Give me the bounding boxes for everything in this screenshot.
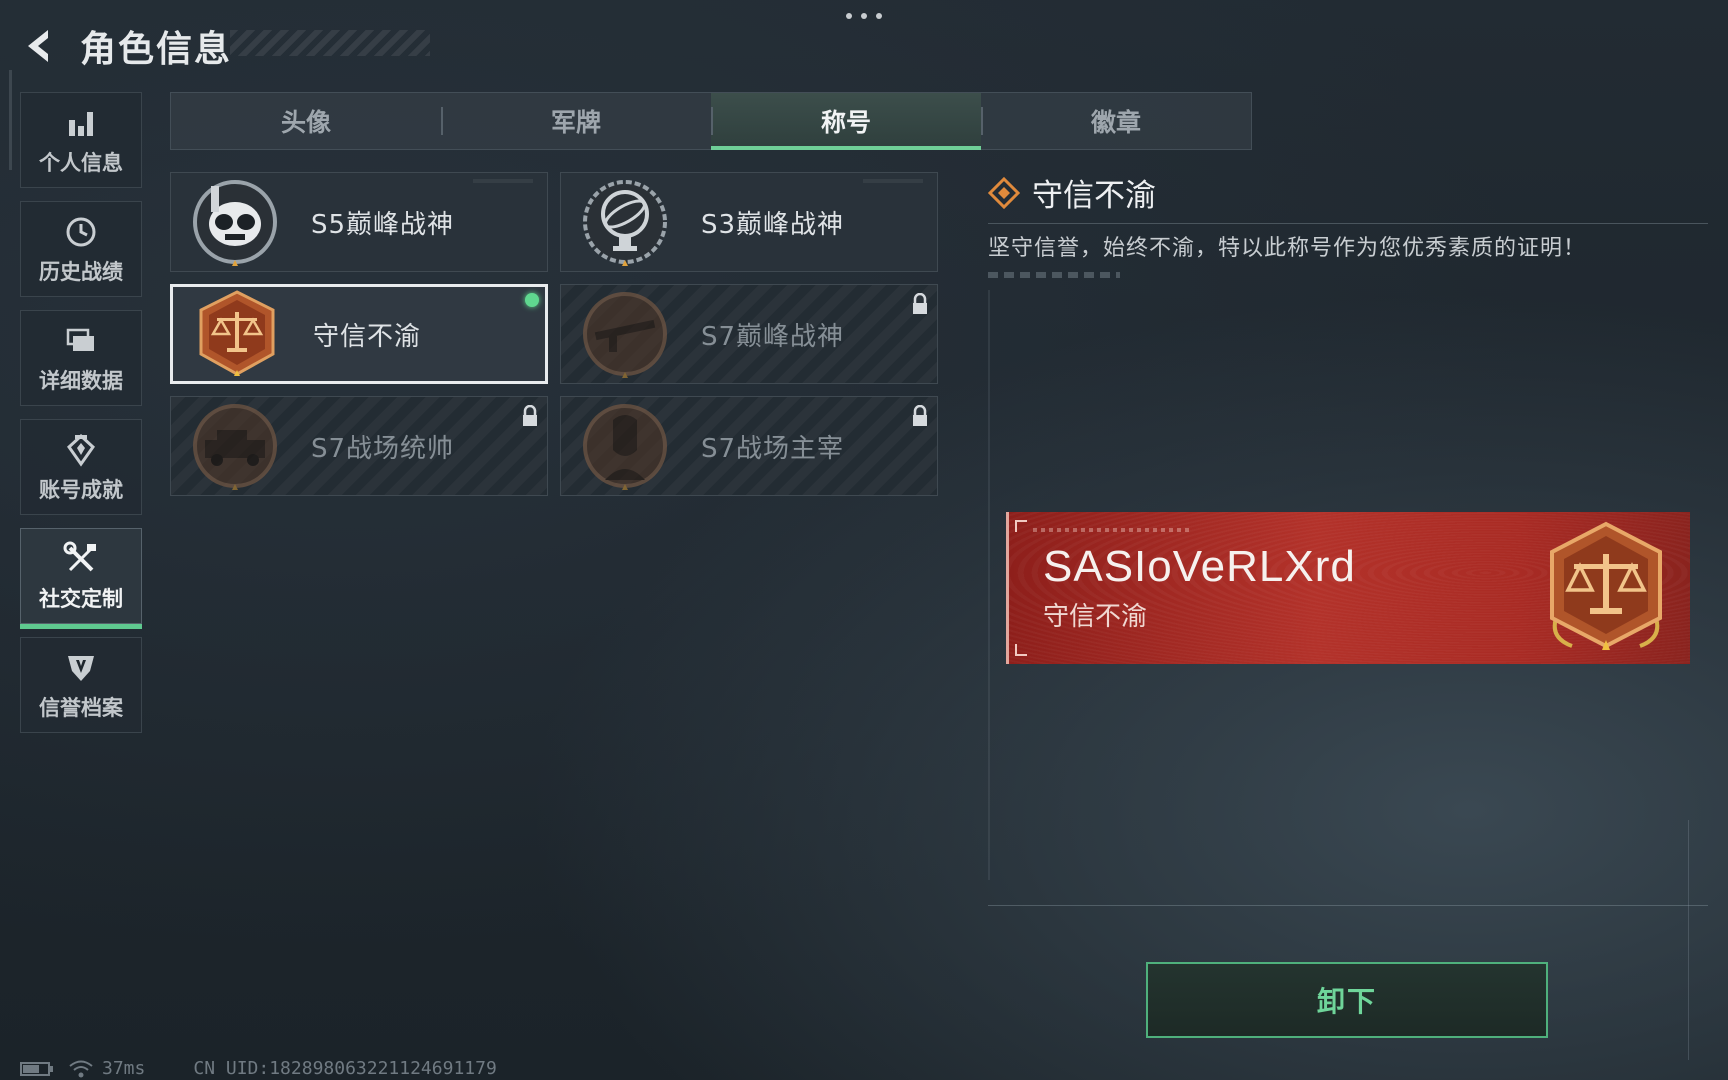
plate-decoration	[1033, 528, 1193, 532]
detail-title: 守信不渝	[1032, 178, 1156, 214]
tab-title[interactable]: 称号	[711, 93, 981, 150]
preview-title: 守信不渝	[1043, 602, 1148, 632]
title-name: 守信不渝	[313, 321, 422, 352]
scales-badge-icon	[199, 290, 275, 376]
battery-icon	[20, 1061, 53, 1076]
sidebar-item-label: 社交定制	[39, 587, 123, 611]
sidebar-item-label: 个人信息	[39, 151, 123, 175]
page-title: 角色信息	[80, 29, 233, 70]
sidebar-item-detailed-data[interactable]: 详细数据	[20, 310, 142, 406]
lock-icon	[523, 405, 537, 426]
nameplate-preview: SASIoVeRLXrd 守信不渝	[1006, 512, 1690, 664]
soldier-portrait-badge-icon	[583, 404, 667, 490]
back-arrow-icon	[28, 30, 48, 62]
title-card-selected[interactable]: 守信不渝	[170, 284, 548, 384]
back-button[interactable]	[20, 24, 60, 68]
title-name: S5巅峰战神	[311, 209, 455, 240]
divider	[988, 223, 1708, 224]
scroll-indicator	[9, 70, 12, 170]
corner-mark	[1015, 644, 1027, 656]
history-clock-icon	[61, 212, 101, 252]
sidebar-item-achievements[interactable]: 账号成就	[20, 419, 142, 515]
unequip-button[interactable]: 卸下	[1146, 962, 1548, 1038]
skull-mask-badge-icon	[193, 180, 277, 266]
title-name: S7战场主宰	[701, 433, 845, 464]
player-name: SASIoVeRLXrd	[1043, 542, 1356, 591]
tab-dog-tag[interactable]: 军牌	[441, 93, 711, 149]
tools-icon	[61, 539, 101, 579]
title-card-locked[interactable]: S7战场主宰	[560, 396, 938, 496]
title-name: S3巅峰战神	[701, 209, 845, 240]
equipped-indicator	[525, 293, 539, 307]
bar-chart-icon	[61, 103, 101, 143]
corner-mark	[1015, 520, 1027, 532]
card-decoration	[863, 179, 923, 183]
decoration-dashes	[988, 272, 1120, 278]
title-card-locked[interactable]: S7战场统帅	[170, 396, 548, 496]
lock-icon	[913, 405, 927, 426]
wifi-icon	[69, 1060, 93, 1077]
more-options-icon[interactable]	[846, 10, 882, 22]
page-header: 角色信息	[20, 18, 430, 74]
detail-description: 坚守信誉，始终不渝，特以此称号作为您优秀素质的证明！	[988, 236, 1587, 261]
sidebar-item-credit-record[interactable]: 信誉档案	[20, 637, 142, 733]
shield-emblem-icon	[61, 648, 101, 688]
title-card[interactable]: S5巅峰战神	[170, 172, 548, 272]
globe-trophy-badge-icon	[583, 180, 667, 266]
ping-text: 37ms	[102, 1058, 146, 1079]
folder-stack-icon	[61, 321, 101, 361]
title-decoration	[230, 30, 430, 56]
category-tabs: 头像 军牌 称号 徽章	[170, 92, 1252, 150]
sidebar-nav: 个人信息 历史战绩 详细数据 账号成就 社交定制 信誉档案	[20, 92, 144, 746]
sidebar-item-label: 信誉档案	[39, 696, 123, 720]
uid-text: CN UID:1828980632211246911​79	[193, 1058, 497, 1079]
title-detail-panel: 守信不渝 坚守信誉，始终不渝，特以此称号作为您优秀素质的证明！	[988, 170, 1708, 278]
vehicle-badge-icon	[193, 404, 277, 490]
lock-icon	[913, 293, 927, 314]
unequip-label: 卸下	[1316, 985, 1377, 1018]
title-card-locked[interactable]: S7巅峰战神	[560, 284, 938, 384]
diamond-icon	[988, 176, 1020, 209]
medal-icon	[61, 430, 101, 470]
frame-line	[1688, 820, 1689, 1060]
frame-line	[988, 290, 990, 880]
sidebar-item-label: 历史战绩	[39, 260, 123, 284]
title-card[interactable]: S3巅峰战神	[560, 172, 938, 272]
sidebar-item-label: 详细数据	[39, 369, 123, 393]
title-name: S7战场统帅	[311, 433, 455, 464]
scales-badge-icon	[1550, 521, 1662, 650]
card-decoration	[473, 179, 533, 183]
frame-line	[988, 905, 1708, 906]
rifle-badge-icon	[583, 292, 667, 378]
tab-avatar[interactable]: 头像	[171, 93, 441, 149]
tab-emblem[interactable]: 徽章	[981, 93, 1251, 149]
status-bar: 37ms CN UID:1828980632211246911​79	[20, 1058, 497, 1079]
title-name: S7巅峰战神	[701, 321, 845, 352]
sidebar-item-social-custom[interactable]: 社交定制	[20, 528, 142, 629]
title-grid: S5巅峰战神 S3巅峰战神 守信不渝 S7巅峰战神 S7战场统帅 S7战场主宰	[170, 172, 938, 496]
sidebar-item-history[interactable]: 历史战绩	[20, 201, 142, 297]
sidebar-item-personal-info[interactable]: 个人信息	[20, 92, 142, 188]
sidebar-item-label: 账号成就	[39, 478, 123, 502]
